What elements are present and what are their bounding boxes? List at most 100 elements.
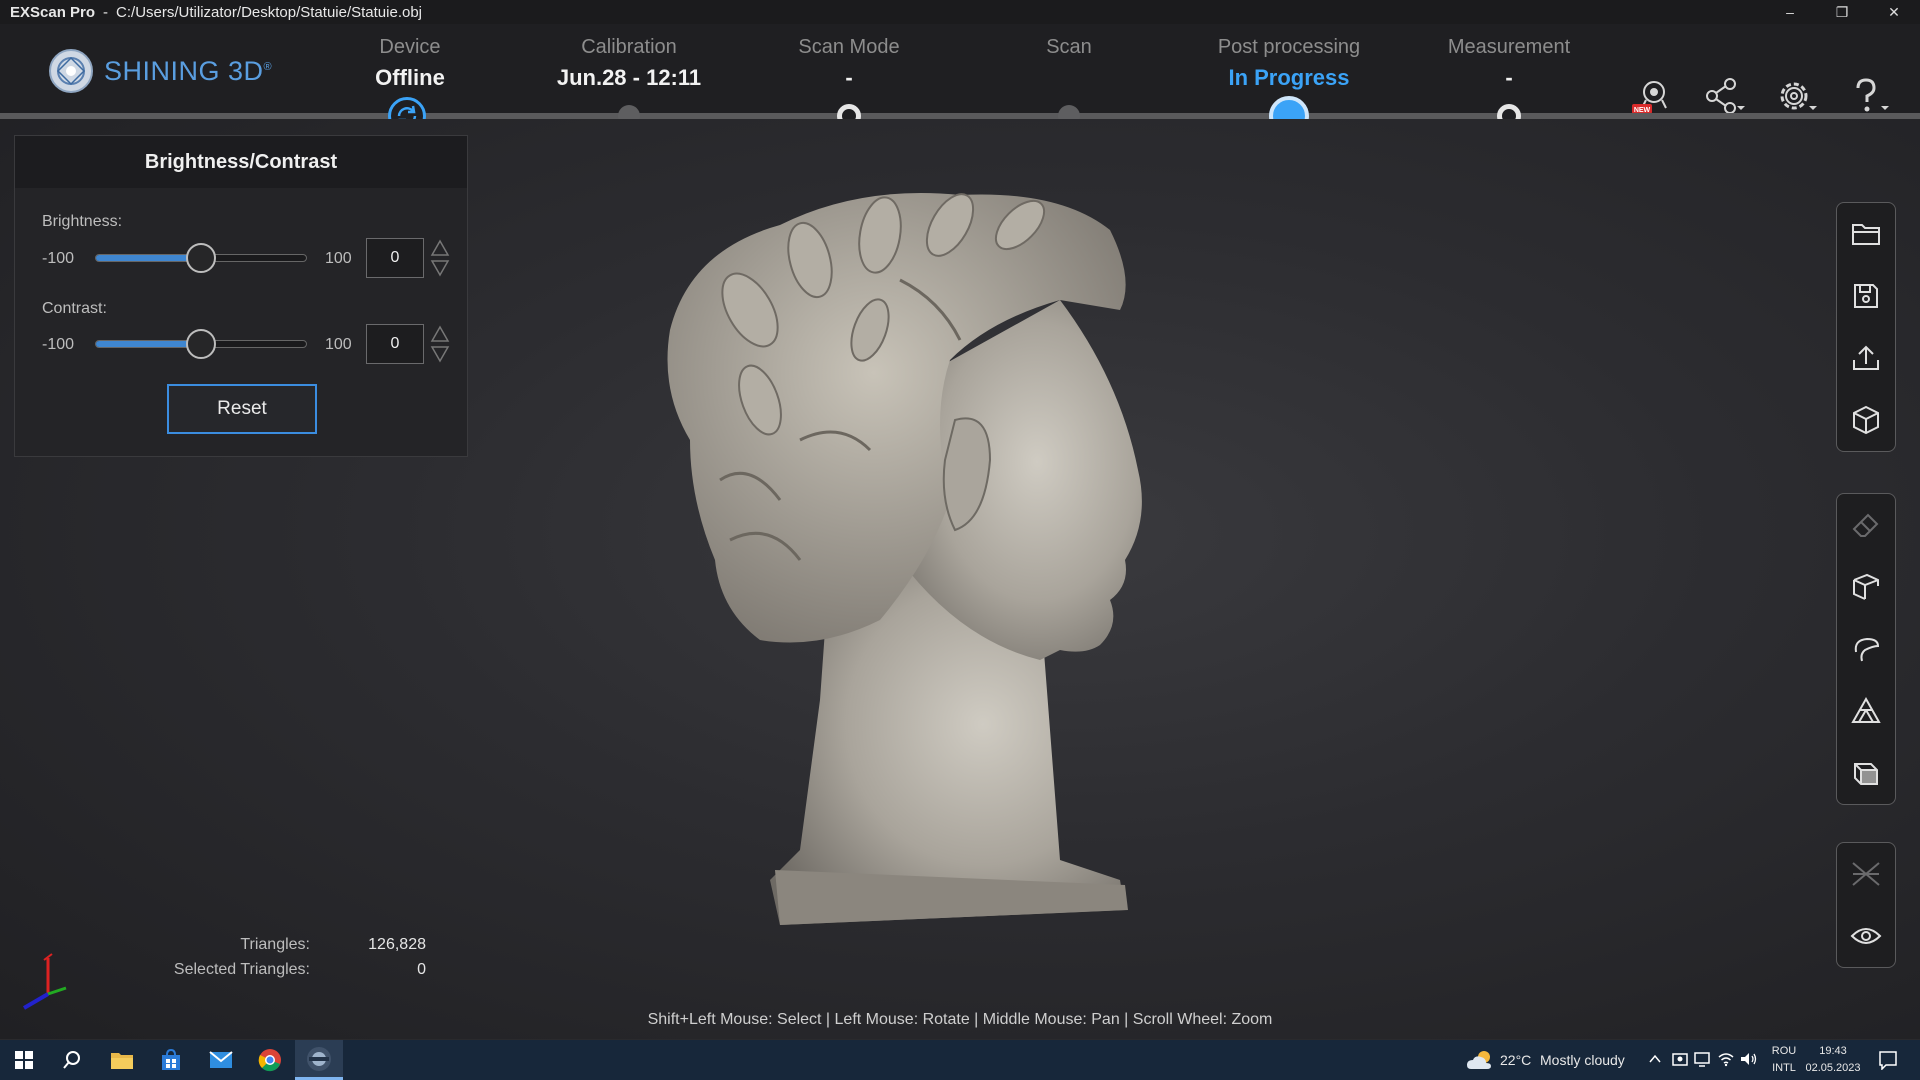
windows-logo-icon	[15, 1051, 33, 1069]
clock-time[interactable]: 19:43	[1803, 1045, 1863, 1057]
store-taskbar-item[interactable]	[147, 1040, 195, 1080]
search-icon	[63, 1051, 80, 1069]
app-tray-icon[interactable]	[1672, 1051, 1688, 1067]
chevron-up-icon[interactable]	[1648, 1052, 1662, 1066]
clock-date[interactable]: 02.05.2023	[1803, 1062, 1863, 1074]
step-label: Scan Mode	[798, 36, 900, 58]
brightness-contrast-panel: Brightness/Contrast Brightness: -100 100…	[14, 135, 468, 457]
mesh-button[interactable]	[1837, 680, 1895, 742]
triangles-label: Triangles:	[240, 936, 310, 953]
model-cube-icon	[1853, 405, 1879, 435]
settings-icon	[1780, 82, 1817, 110]
view-toolbar	[1836, 842, 1896, 968]
scanner-new-icon: NEW	[1632, 81, 1667, 114]
mail-icon	[209, 1051, 233, 1068]
wifi-icon[interactable]	[1718, 1051, 1734, 1067]
shining3d-logo-icon	[49, 49, 93, 93]
app-name: EXScan Pro	[10, 3, 96, 21]
chrome-taskbar-item[interactable]	[246, 1040, 294, 1080]
file-toolbar	[1836, 202, 1896, 452]
chrome-icon	[258, 1049, 281, 1072]
store-icon	[162, 1049, 180, 1070]
restore-button[interactable]: ❐	[1816, 0, 1868, 24]
step-label: Post processing	[1217, 36, 1361, 58]
eraser-button[interactable]	[1837, 494, 1895, 556]
step-post-processing[interactable]: Post processing In Progress	[1179, 36, 1399, 91]
notifications-icon[interactable]	[1878, 1050, 1898, 1070]
brightness-value-field[interactable]: 0	[366, 238, 424, 278]
search-button[interactable]	[48, 1040, 96, 1080]
step-value: -	[845, 65, 853, 90]
step-scan[interactable]: Scan	[959, 36, 1179, 65]
step-label: Calibration	[581, 36, 677, 58]
contrast-value-field[interactable]: 0	[366, 324, 424, 364]
eye-icon	[1850, 928, 1882, 944]
step-value: -	[1505, 65, 1513, 90]
step-measurement[interactable]: Measurement -	[1399, 36, 1619, 91]
brightness-slider-thumb[interactable]	[186, 243, 216, 273]
box-view-button[interactable]	[1837, 742, 1895, 804]
brightness-min-label: -100	[42, 250, 75, 267]
language-code[interactable]: ROU	[1766, 1045, 1802, 1057]
folder-icon	[111, 1053, 133, 1069]
reset-button[interactable]: Reset	[167, 384, 317, 434]
brightness-slider[interactable]	[95, 243, 307, 273]
axis-gizmo-icon	[22, 953, 67, 1010]
mail-taskbar-item[interactable]	[197, 1040, 245, 1080]
mouse-hint-text: Shift+Left Mouse: Select | Left Mouse: R…	[647, 1011, 1273, 1028]
weather-temperature[interactable]: 22°C	[1500, 1052, 1531, 1068]
contrast-slider[interactable]	[95, 329, 307, 359]
save-icon	[1854, 284, 1878, 308]
brand-name: SHINING 3D	[104, 55, 264, 86]
keyboard-layout[interactable]: INTL	[1766, 1062, 1802, 1074]
lasso-icon	[1854, 637, 1880, 662]
close-button[interactable]: ✕	[1868, 0, 1920, 24]
file-explorer-taskbar-item[interactable]	[98, 1040, 146, 1080]
lasso-button[interactable]	[1837, 618, 1895, 680]
box-view-icon	[1854, 763, 1878, 785]
step-calibration[interactable]: Calibration Jun.28 - 12:11	[519, 36, 739, 91]
brand-logo: SHINING 3D®	[48, 48, 272, 94]
brightness-spin-arrows-icon[interactable]	[429, 238, 451, 278]
weather-description[interactable]: Mostly cloudy	[1540, 1052, 1625, 1068]
step-device[interactable]: Device Offline	[300, 36, 520, 91]
brightness-max-label: 100	[325, 250, 352, 267]
exscan-app-icon	[307, 1046, 331, 1071]
step-value: In Progress	[1228, 65, 1350, 90]
model-button[interactable]	[1837, 389, 1895, 451]
step-value: Jun.28 - 12:11	[556, 65, 702, 90]
workflow-header: SHINING 3D® Device Offline Calibration J…	[0, 24, 1920, 114]
texture-icon	[1852, 862, 1880, 886]
texture-button[interactable]	[1837, 843, 1895, 905]
step-label: Device	[379, 36, 441, 58]
selected-triangles-label: Selected Triangles:	[173, 961, 310, 978]
box-select-button[interactable]	[1837, 556, 1895, 618]
help-icon	[1856, 78, 1889, 112]
display-tray-icon[interactable]	[1694, 1051, 1710, 1067]
box-select-icon	[1853, 573, 1879, 600]
share-icon	[1706, 78, 1745, 114]
mesh-triangle-icon	[1851, 696, 1881, 723]
triangles-value: 126,828	[368, 936, 426, 953]
open-folder-icon	[1852, 224, 1880, 245]
contrast-slider-thumb[interactable]	[186, 329, 216, 359]
minimize-button[interactable]: –	[1764, 0, 1816, 24]
step-label: Scan	[1046, 36, 1092, 58]
save-button[interactable]	[1837, 265, 1895, 327]
export-button[interactable]	[1837, 327, 1895, 389]
eraser-icon	[1852, 513, 1879, 537]
step-scan-mode[interactable]: Scan Mode -	[739, 36, 959, 91]
file-path: C:/Users/Utilizator/Desktop/Statuie/Stat…	[116, 3, 423, 21]
export-icon	[1853, 345, 1879, 370]
cloud-weather-icon	[1467, 1051, 1491, 1069]
windows-taskbar: 22°C Mostly cloudy ROU INTL 19:43 02.05.…	[0, 1040, 1920, 1080]
panel-title: Brightness/Contrast	[15, 136, 467, 188]
start-button[interactable]	[0, 1040, 48, 1080]
volume-icon[interactable]	[1740, 1051, 1758, 1067]
edit-toolbar	[1836, 493, 1896, 805]
visibility-button[interactable]	[1837, 905, 1895, 967]
contrast-spin-arrows-icon[interactable]	[429, 324, 451, 364]
open-button[interactable]	[1837, 203, 1895, 265]
exscan-taskbar-item[interactable]	[295, 1040, 343, 1080]
contrast-min-label: -100	[42, 336, 75, 353]
